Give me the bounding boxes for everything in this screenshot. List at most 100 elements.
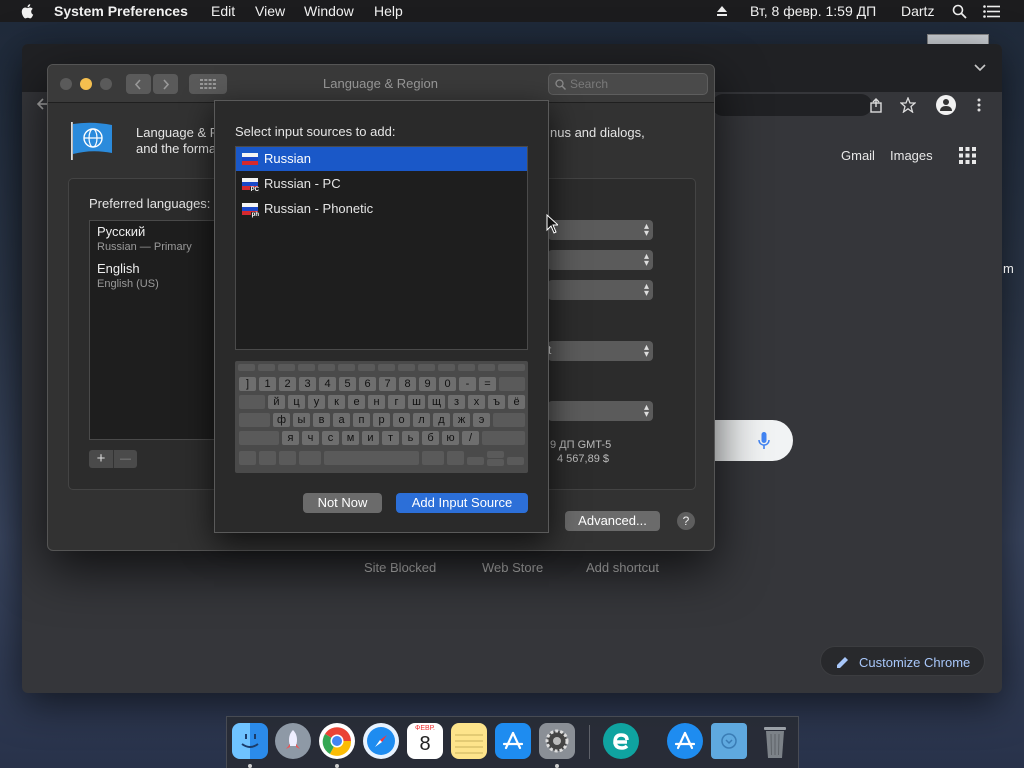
eset-icon[interactable] xyxy=(603,723,639,759)
forward-button[interactable] xyxy=(153,74,178,94)
input-sources-sheet: Select input sources to add: Russian PC … xyxy=(214,100,549,533)
chevron-right-icon xyxy=(163,79,170,90)
region-popup[interactable]: ▴ ▾ xyxy=(548,220,653,240)
first-day-popup[interactable]: ▴ ▾ xyxy=(548,250,653,270)
menu-help[interactable]: Help xyxy=(374,3,403,19)
images-link[interactable]: Images xyxy=(890,148,933,163)
arrow-key xyxy=(467,457,484,465)
keyboard-key: щ xyxy=(428,395,445,409)
finder-icon[interactable] xyxy=(232,723,268,759)
bookmark-star-icon[interactable] xyxy=(900,97,916,113)
language-name: Русский xyxy=(97,224,146,239)
downloads-folder-icon[interactable] xyxy=(711,723,747,759)
keyboard-key: п xyxy=(353,413,370,427)
tab-search-chevron-icon[interactable] xyxy=(974,64,986,72)
add-language-button[interactable]: + xyxy=(89,450,113,468)
app-store-alt-icon[interactable] xyxy=(667,723,703,759)
customize-chrome-label: Customize Chrome xyxy=(859,655,971,670)
keyboard-key: т xyxy=(382,431,399,445)
keyboard-key: й xyxy=(268,395,285,409)
chrome-icon[interactable] xyxy=(319,723,355,759)
not-now-button[interactable]: Not Now xyxy=(303,493,382,513)
menu-clock[interactable]: Вт, 8 февр. 1:59 ДП xyxy=(750,3,876,19)
function-key xyxy=(478,364,495,371)
source-item-russian-phonetic[interactable]: ph Russian - Phonetic xyxy=(236,197,527,221)
menu-user[interactable]: Dartz xyxy=(901,3,934,19)
omnibox[interactable] xyxy=(712,94,872,116)
shortcut-add[interactable]: Add shortcut xyxy=(586,560,659,575)
spotlight-search-icon[interactable] xyxy=(952,4,967,19)
advanced-button[interactable]: Advanced... xyxy=(565,511,660,531)
notification-center-icon[interactable] xyxy=(983,5,1000,18)
keyboard-key: ы xyxy=(293,413,310,427)
keyboard-key: ч xyxy=(302,431,319,445)
show-all-button[interactable] xyxy=(189,74,227,94)
keyboard-key: з xyxy=(448,395,465,409)
source-item-russian-pc[interactable]: PC Russian - PC xyxy=(236,172,527,196)
menu-edit[interactable]: Edit xyxy=(211,3,235,19)
search-field[interactable]: Search xyxy=(548,73,708,95)
microphone-icon[interactable] xyxy=(758,432,770,450)
safari-icon[interactable] xyxy=(363,723,399,759)
keyboard-key: м xyxy=(342,431,359,445)
function-key xyxy=(278,364,295,371)
trash-icon[interactable] xyxy=(757,723,793,759)
grid-icon xyxy=(200,79,216,89)
input-source-list[interactable]: Russian PC Russian - PC ph Russian - Pho… xyxy=(235,146,528,350)
shortcut-site-blocked[interactable]: Site Blocked xyxy=(364,560,436,575)
function-key xyxy=(398,364,415,371)
app-store-a-icon xyxy=(675,731,695,750)
temperature-popup[interactable]: t ▴ ▾ xyxy=(548,341,653,361)
keyboard-key: / xyxy=(462,431,479,445)
menu-window[interactable]: Window xyxy=(304,3,354,19)
keyboard-preview: ] 1 2 3 4 5 6 7 8 9 0 - = й ц у к е н г … xyxy=(235,361,528,473)
profile-avatar[interactable] xyxy=(936,95,956,115)
gmail-link[interactable]: Gmail xyxy=(841,148,875,163)
eject-icon[interactable] xyxy=(716,5,728,17)
notes-icon[interactable] xyxy=(451,723,487,759)
calendar-icon[interactable]: ФЕВР. 8 xyxy=(407,723,443,759)
menu-kebab-icon[interactable] xyxy=(977,98,981,112)
list-sort-popup[interactable]: ▴ ▾ xyxy=(548,401,653,421)
app-store-icon[interactable] xyxy=(495,723,531,759)
keyboard-key: к xyxy=(328,395,345,409)
window-titlebar: Language & Region Search xyxy=(48,65,714,103)
compass-icon xyxy=(367,727,395,755)
function-key xyxy=(498,364,525,371)
share-icon[interactable] xyxy=(869,98,883,113)
keyboard-key: я xyxy=(282,431,299,445)
language-subtitle: Russian — Primary xyxy=(97,241,192,253)
finder-face-icon xyxy=(241,734,259,748)
apple-menu-icon[interactable] xyxy=(20,2,36,20)
zoom-button[interactable] xyxy=(100,78,112,90)
system-preferences-icon[interactable] xyxy=(539,723,575,759)
shortcut-web-store[interactable]: Web Store xyxy=(482,560,543,575)
sheet-heading: Select input sources to add: xyxy=(235,124,396,139)
menu-app-name[interactable]: System Preferences xyxy=(54,3,188,19)
launchpad-icon[interactable] xyxy=(275,723,311,759)
up-down-arrows-icon: ▴ ▾ xyxy=(643,402,649,420)
function-key xyxy=(418,364,435,371)
keyboard-key: - xyxy=(459,377,476,391)
calendar-popup[interactable]: ▴ ▾ xyxy=(548,280,653,300)
add-input-source-button[interactable]: Add Input Source xyxy=(396,493,528,513)
source-label: Russian - Phonetic xyxy=(264,201,374,216)
customize-chrome-button[interactable]: Customize Chrome xyxy=(820,646,985,676)
apps-grid-icon[interactable] xyxy=(959,147,976,164)
command-key xyxy=(299,451,321,465)
keyboard-key: э xyxy=(473,413,490,427)
menu-view[interactable]: View xyxy=(255,3,285,19)
remove-language-button[interactable]: — xyxy=(113,450,137,468)
help-button[interactable]: ? xyxy=(677,512,695,530)
up-down-arrows-icon: ▴ ▾ xyxy=(643,281,649,299)
keyboard-key: х xyxy=(468,395,485,409)
keyboard-key: ё xyxy=(508,395,525,409)
minimize-button[interactable] xyxy=(80,78,92,90)
arrow-key xyxy=(487,451,504,458)
header-text-line2: and the forma xyxy=(136,141,217,156)
source-item-russian[interactable]: Russian xyxy=(236,147,527,171)
close-button[interactable] xyxy=(60,78,72,90)
arrow-key xyxy=(507,457,524,465)
back-button[interactable] xyxy=(126,74,151,94)
command-key xyxy=(422,451,444,465)
